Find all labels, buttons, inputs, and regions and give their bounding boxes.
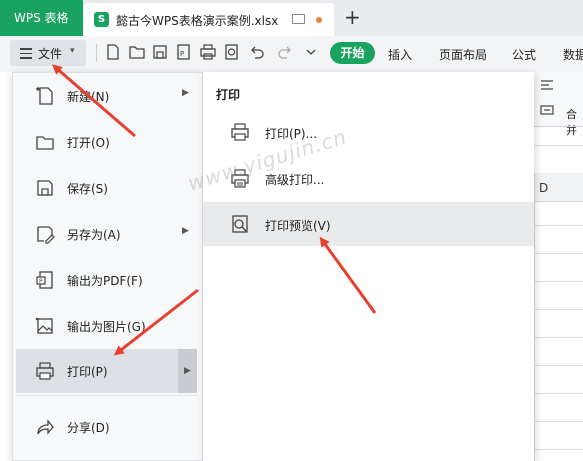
menu-item-label: 保存(S) (67, 182, 108, 196)
file-menu-button[interactable]: 文件 ▾ (10, 40, 86, 66)
grid-row-line (534, 253, 583, 254)
menu-item-print[interactable]: 打印(P) ▶ (16, 349, 197, 393)
align-icon[interactable] (540, 78, 554, 92)
grid-row-line (534, 225, 583, 226)
submenu-item-print-preview[interactable]: 打印预览(V) (203, 202, 534, 246)
chevron-right-icon: ▶ (182, 226, 189, 236)
formula-bar-divider (534, 145, 583, 146)
redo-icon[interactable] (276, 43, 294, 61)
spreadsheet-icon: S (94, 12, 109, 27)
grid-row-line (534, 393, 583, 394)
pdf-icon: P (36, 271, 53, 289)
export-pdf-icon[interactable]: P (175, 43, 193, 61)
customize-toolbar-icon[interactable] (302, 43, 320, 61)
print-preview-icon (232, 215, 248, 233)
undo-icon[interactable] (248, 43, 266, 61)
grid-row-line (534, 421, 583, 422)
file-menu-label: 文件 (38, 47, 63, 61)
menu-item-label: 打开(O) (67, 136, 110, 150)
submenu-item-label: 打印预览(V) (265, 219, 331, 233)
menu-item-label: 新建(N) (67, 90, 110, 104)
chevron-right-icon[interactable]: ▶ (178, 349, 197, 393)
menu-item-label: 输出为图片(G) (67, 320, 146, 334)
merge-label-partial[interactable]: 合并 (566, 106, 583, 138)
print-icon[interactable] (199, 43, 217, 61)
document-tab[interactable]: S 懿古今WPS表格演示案例.xlsx (84, 3, 334, 36)
printer-icon (36, 362, 54, 380)
menu-item-open[interactable]: 打开(O) (16, 120, 197, 164)
menu-item-save-as[interactable]: 另存为(A) ▶ (16, 212, 197, 256)
submenu-item-label: 高级打印... (265, 173, 325, 187)
tab-formulas[interactable]: 公式 (512, 46, 536, 63)
new-tab-button[interactable]: + (344, 6, 361, 28)
open-folder-icon[interactable] (128, 43, 146, 61)
tab-page-layout[interactable]: 页面布局 (439, 46, 487, 63)
menu-item-share[interactable]: 分享(D) (16, 405, 197, 449)
menu-item-save[interactable]: 保存(S) (16, 166, 197, 210)
app-tab-wps[interactable]: WPS 表格 (0, 0, 83, 36)
svg-text:P: P (39, 278, 43, 285)
printer-icon (231, 123, 249, 141)
tab-data[interactable]: 数据 (563, 46, 583, 63)
toolbar-divider (96, 44, 97, 62)
menu-item-label: 另存为(A) (67, 228, 121, 242)
merge-icon[interactable] (540, 103, 554, 117)
chevron-down-icon: ▾ (70, 46, 75, 56)
grid-column-line (534, 173, 535, 461)
submenu-title: 打印 (216, 88, 241, 102)
menu-item-new[interactable]: 新建(N) ▶ (16, 74, 197, 118)
grid-row-line (534, 337, 583, 338)
document-title: 懿古今WPS表格演示案例.xlsx (116, 14, 279, 28)
menu-divider (16, 395, 199, 396)
save-as-icon (37, 226, 55, 244)
chevron-right-icon: ▶ (182, 88, 189, 98)
submenu-item-print[interactable]: 打印(P)... (203, 110, 534, 154)
menu-item-export-image[interactable]: 输出为图片(G) (16, 304, 197, 348)
ribbon-divider (534, 126, 583, 127)
hamburger-icon (20, 48, 32, 59)
grid-row-line (534, 309, 583, 310)
folder-icon (36, 136, 54, 150)
menu-item-label: 输出为PDF(F) (67, 274, 143, 288)
save-icon (37, 180, 53, 196)
column-label-d[interactable]: D (539, 181, 548, 195)
menu-item-export-pdf[interactable]: P 输出为PDF(F) (16, 258, 197, 302)
share-icon (37, 419, 54, 435)
new-file-icon (36, 87, 53, 105)
save-icon[interactable] (151, 43, 169, 61)
grid-row-line (534, 449, 583, 450)
print-preview-icon[interactable] (223, 43, 241, 61)
unsaved-indicator-icon (316, 17, 322, 23)
tab-start[interactable]: 开始 (330, 42, 375, 64)
svg-text:P: P (180, 50, 184, 58)
tab-insert[interactable]: 插入 (388, 46, 412, 63)
grid-row-line (534, 281, 583, 282)
menu-item-label: 分享(D) (67, 421, 110, 435)
image-icon (35, 317, 53, 334)
new-doc-icon[interactable] (104, 43, 122, 61)
monitor-icon[interactable] (292, 14, 305, 24)
grid-row-line (534, 365, 583, 366)
menu-item-label: 打印(P) (67, 365, 108, 379)
